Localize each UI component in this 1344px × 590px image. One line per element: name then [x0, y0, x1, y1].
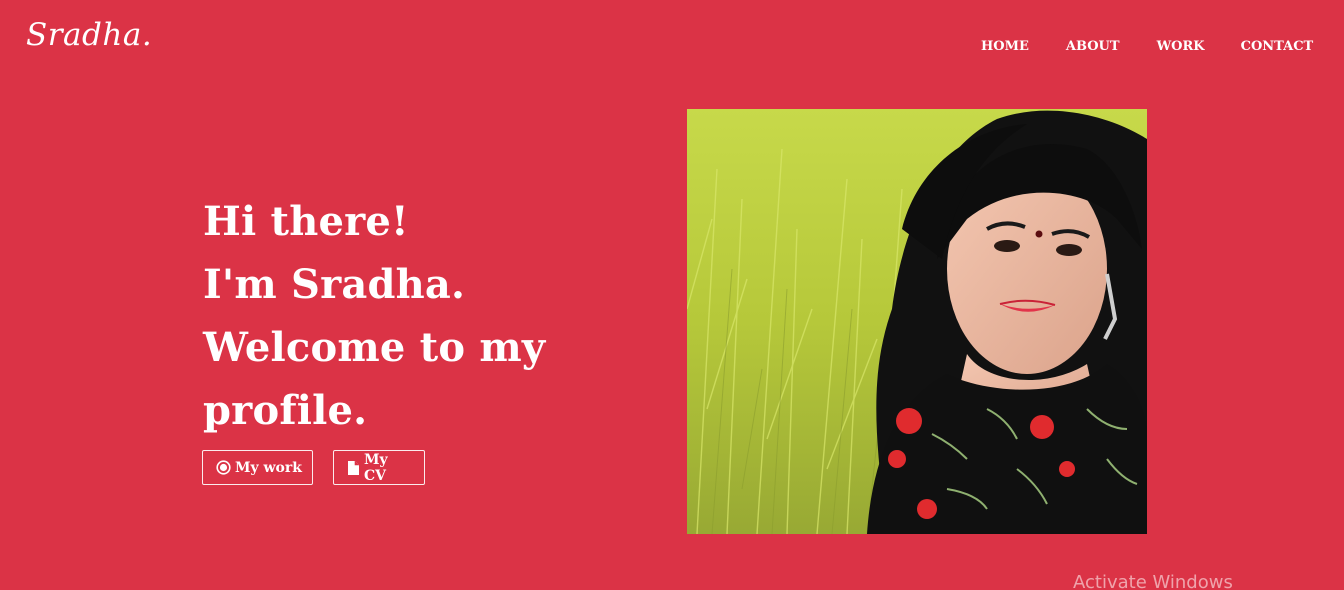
my-work-button[interactable]: My work	[202, 450, 313, 485]
nav-about-link[interactable]: ABOUT	[1066, 39, 1120, 55]
nav-work-link[interactable]: WORK	[1157, 39, 1205, 55]
document-icon	[347, 460, 360, 476]
nav-contact-link[interactable]: CONTACT	[1241, 39, 1314, 55]
logo[interactable]: Sradha.	[26, 20, 152, 51]
page: Sradha. HOME ABOUT WORK CONTACT Hi there…	[0, 0, 1344, 590]
hero-line-greeting: Hi there!	[203, 198, 409, 245]
hero-line-name: I'm Sradha.	[203, 261, 466, 308]
my-cv-button[interactable]: My CV	[333, 450, 425, 485]
hero-line-profile: profile.	[203, 387, 368, 434]
my-work-label: My work	[235, 459, 302, 476]
target-icon	[216, 460, 231, 475]
activate-windows-watermark: Activate Windows	[1073, 572, 1233, 590]
nav-home-link[interactable]: HOME	[981, 39, 1029, 55]
profile-photo	[687, 109, 1147, 534]
hero-line-welcome: Welcome to my	[203, 324, 546, 371]
my-cv-label: My CV	[364, 451, 388, 484]
main-nav: HOME ABOUT WORK CONTACT	[981, 39, 1313, 55]
hero-heading: Hi there! I'm Sradha. Welcome to my prof…	[203, 190, 545, 442]
